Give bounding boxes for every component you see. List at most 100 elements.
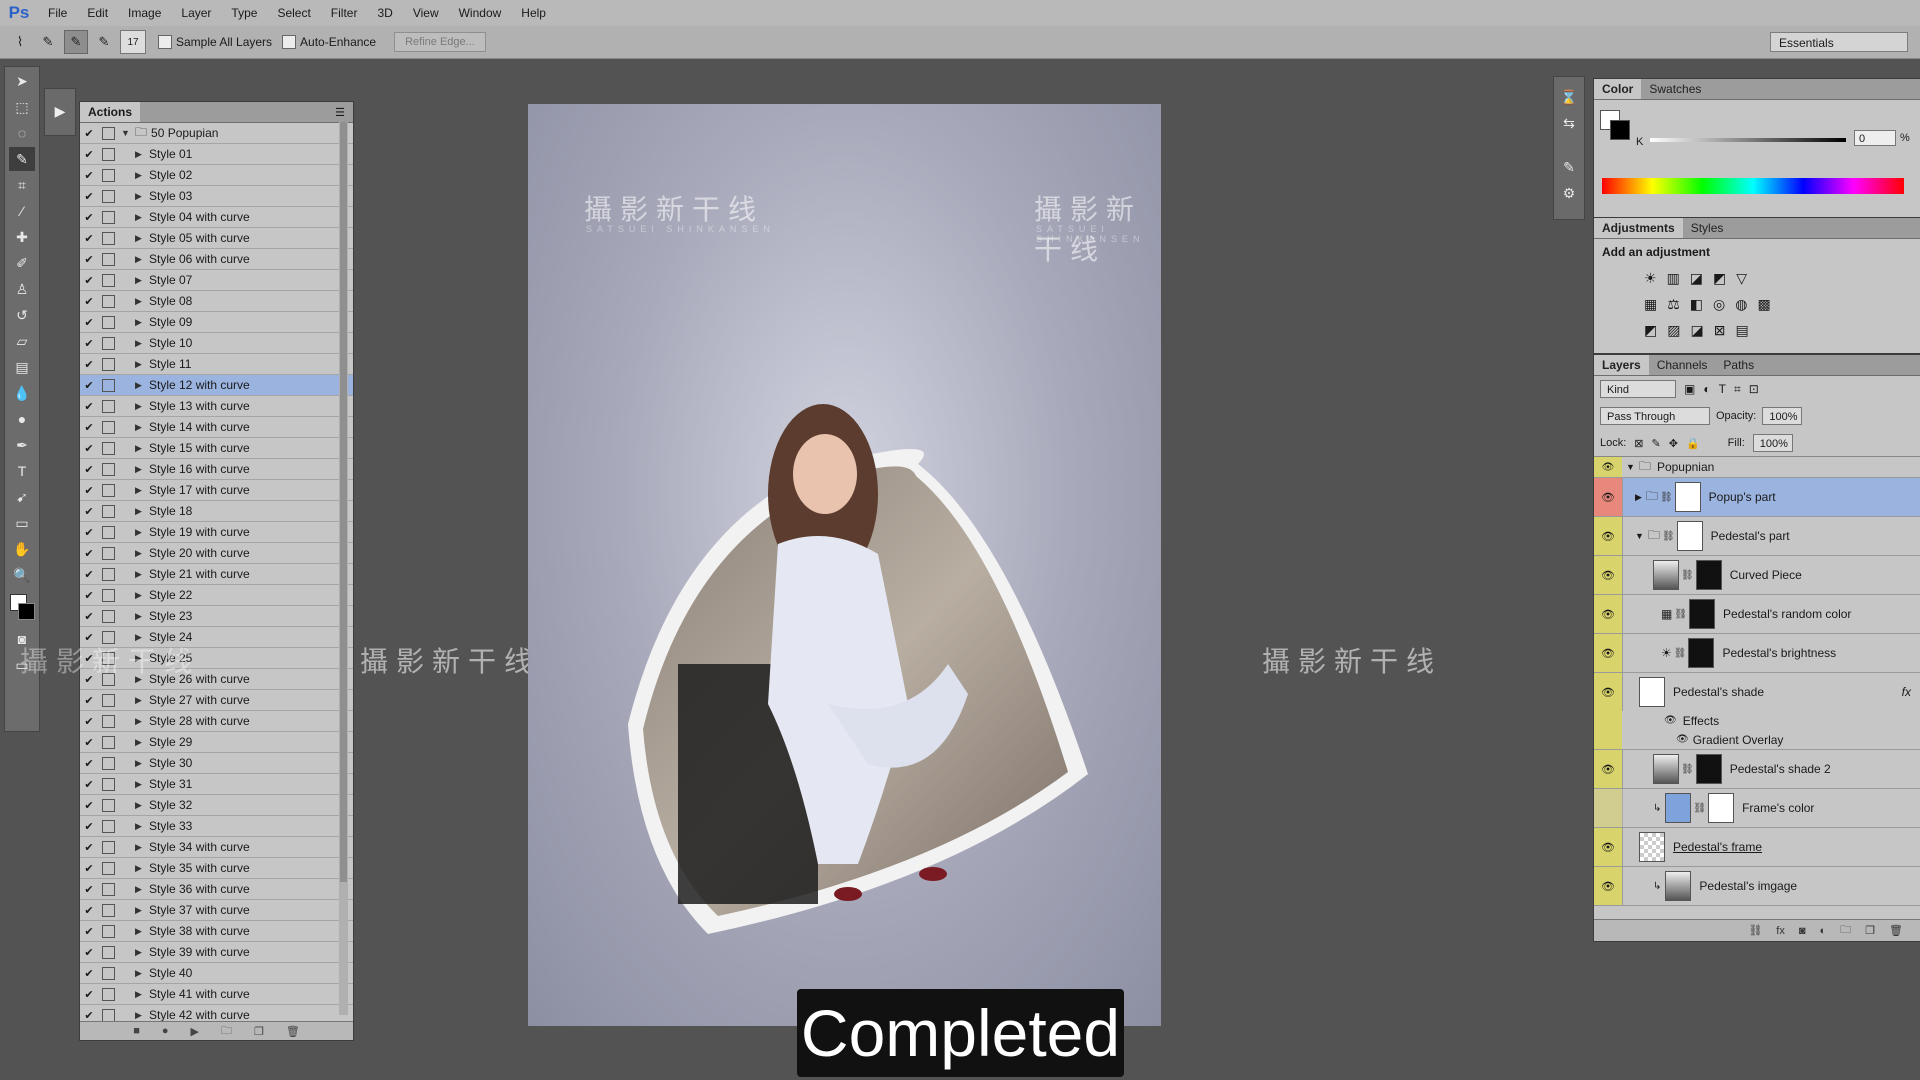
check-icon[interactable]: ✔ <box>80 883 98 896</box>
check-icon[interactable]: ✔ <box>80 337 98 350</box>
menu-filter[interactable]: Filter <box>321 0 368 26</box>
check-icon[interactable]: ✔ <box>80 757 98 770</box>
visibility-eye-icon[interactable]: 👁 <box>1594 478 1623 516</box>
action-item[interactable]: ✔ ▶ Style 11 <box>80 354 353 375</box>
brush-tool-icon[interactable]: ✐ <box>9 251 35 275</box>
chevron-right-icon[interactable]: ▶ <box>135 422 149 433</box>
action-item[interactable]: ✔ ▶ Style 41 with curve <box>80 984 353 1005</box>
menu-view[interactable]: View <box>403 0 449 26</box>
action-item[interactable]: ✔ ▶ Style 31 <box>80 774 353 795</box>
action-item[interactable]: ✔ ▶ Style 33 <box>80 816 353 837</box>
dodge-tool-icon[interactable]: ● <box>9 407 35 431</box>
dialog-toggle[interactable] <box>102 294 115 308</box>
tab-channels[interactable]: Channels <box>1649 355 1716 375</box>
action-item[interactable]: ✔ ▶ Style 39 with curve <box>80 942 353 963</box>
document-canvas[interactable]: 攝影新干线 SATSUEI SHINKANSEN 攝影新干线 SATSUEI S… <box>528 104 1161 1026</box>
check-icon[interactable]: ✔ <box>80 463 98 476</box>
chevron-right-icon[interactable]: ▶ <box>135 233 149 244</box>
layer-row[interactable]: 👁 ↳ Pedestal's imgage <box>1594 867 1920 906</box>
dialog-toggle[interactable] <box>102 441 115 455</box>
type-tool-icon[interactable]: T <box>9 459 35 483</box>
workspace-select[interactable]: Essentials <box>1770 32 1908 52</box>
action-item[interactable]: ✔ ▶ Style 38 with curve <box>80 921 353 942</box>
dialog-toggle[interactable] <box>102 210 115 224</box>
auto-enhance-checkbox[interactable] <box>282 35 297 49</box>
filter-kind-select[interactable]: Kind <box>1600 380 1676 398</box>
action-item[interactable]: ✔ ▶ Style 05 with curve <box>80 228 353 249</box>
sample-all-layers-checkbox[interactable] <box>158 35 172 49</box>
visibility-eye-icon[interactable]: 👁 <box>1594 750 1623 788</box>
tab-adjustments[interactable]: Adjustments <box>1594 218 1683 238</box>
blend-mode-select[interactable]: Pass Through <box>1600 407 1710 425</box>
menu-edit[interactable]: Edit <box>77 0 118 26</box>
layer-thumbnail[interactable] <box>1665 871 1692 901</box>
check-icon[interactable]: ✔ <box>80 400 98 413</box>
chevron-right-icon[interactable]: ▶ <box>135 527 149 538</box>
chevron-right-icon[interactable]: ▶ <box>135 443 149 454</box>
tab-styles[interactable]: Styles <box>1683 218 1732 238</box>
layer-row[interactable]: 👁 ⛓ Pedestal's shade 2 <box>1594 750 1920 789</box>
action-item[interactable]: ✔ ▶ Style 27 with curve <box>80 690 353 711</box>
move-tool-icon[interactable]: ➤ <box>9 69 35 93</box>
action-item[interactable]: ✔ ▶ Style 19 with curve <box>80 522 353 543</box>
dialog-toggle[interactable] <box>102 336 115 350</box>
action-item[interactable]: ✔ ▶ Style 29 <box>80 732 353 753</box>
dialog-toggle[interactable] <box>102 798 115 812</box>
quick-selection-new-icon[interactable]: ✎ <box>36 30 60 54</box>
filter-shape-icon[interactable]: ⌗ <box>1734 382 1741 397</box>
check-icon[interactable]: ✔ <box>80 904 98 917</box>
mask-thumbnail[interactable] <box>1688 638 1715 668</box>
menu-3d[interactable]: 3D <box>367 0 402 26</box>
visibility-eye-icon[interactable]: 👁 <box>1676 734 1689 745</box>
action-item[interactable]: ✔ ▶ Style 04 with curve <box>80 207 353 228</box>
layer-row[interactable]: 👁 Pedestal's shade fx <box>1594 673 1920 711</box>
menu-type[interactable]: Type <box>221 0 267 26</box>
dialog-toggle[interactable] <box>102 546 115 560</box>
chevron-right-icon[interactable]: ▶ <box>135 863 149 874</box>
action-item[interactable]: ✔ ▶ Style 13 with curve <box>80 396 353 417</box>
action-item[interactable]: ✔ ▶ Style 17 with curve <box>80 480 353 501</box>
clone-stamp-icon[interactable]: ♙ <box>9 277 35 301</box>
visibility-toggle[interactable] <box>1594 789 1623 827</box>
vibrance-icon[interactable]: ▽ <box>1736 270 1757 286</box>
layer-row[interactable]: 👁 ▶ 🗀 ⛓ Popup's part <box>1594 478 1920 517</box>
mask-thumbnail[interactable] <box>1695 754 1722 784</box>
filter-smart-icon[interactable]: ⊡ <box>1749 382 1759 396</box>
quick-selection-tool-icon[interactable]: ✎ <box>9 147 35 171</box>
action-item[interactable]: ✔ ▶ Style 40 <box>80 963 353 984</box>
check-icon[interactable]: ✔ <box>80 379 98 392</box>
chevron-right-icon[interactable]: ▶ <box>135 275 149 286</box>
mask-thumbnail[interactable] <box>1676 521 1703 551</box>
new-set-icon[interactable]: 🗀 <box>221 1022 232 1041</box>
dialog-toggle[interactable] <box>102 1008 115 1021</box>
brush-size-picker[interactable]: 17 <box>120 30 146 54</box>
opacity-input[interactable]: 100% <box>1762 407 1803 425</box>
check-icon[interactable]: ✔ <box>80 295 98 308</box>
invert-icon[interactable]: ◩ <box>1644 322 1667 338</box>
dialog-toggle[interactable] <box>102 588 115 602</box>
dialog-toggle[interactable] <box>102 168 115 182</box>
action-item[interactable]: ✔ ▶ Style 02 <box>80 165 353 186</box>
menu-select[interactable]: Select <box>267 0 320 26</box>
dialog-toggle[interactable] <box>102 147 115 161</box>
color-lookup-icon[interactable]: ▩ <box>1757 296 1780 312</box>
rectangle-tool-icon[interactable]: ▭ <box>9 511 35 535</box>
visibility-eye-icon[interactable]: 👁 <box>1594 457 1622 477</box>
visibility-eye-icon[interactable]: 👁 <box>1664 715 1677 726</box>
dialog-toggle[interactable] <box>102 126 115 140</box>
check-icon[interactable]: ✔ <box>80 421 98 434</box>
marquee-tool-icon[interactable]: ⬚ <box>9 95 35 119</box>
curves-icon[interactable]: ◪ <box>1690 270 1713 286</box>
actions-panel-icon[interactable]: ▶ <box>47 99 73 123</box>
dialog-toggle[interactable] <box>102 861 115 875</box>
check-icon[interactable]: ✔ <box>80 316 98 329</box>
menu-file[interactable]: File <box>38 0 77 26</box>
check-icon[interactable]: ✔ <box>80 148 98 161</box>
action-item[interactable]: ✔ ▶ Style 21 with curve <box>80 564 353 585</box>
new-layer-icon[interactable]: ❐ <box>1865 924 1875 937</box>
dialog-toggle[interactable] <box>102 756 115 770</box>
dialog-toggle[interactable] <box>102 504 115 518</box>
dialog-toggle[interactable] <box>102 567 115 581</box>
dialog-toggle[interactable] <box>102 399 115 413</box>
k-slider[interactable] <box>1650 138 1846 142</box>
